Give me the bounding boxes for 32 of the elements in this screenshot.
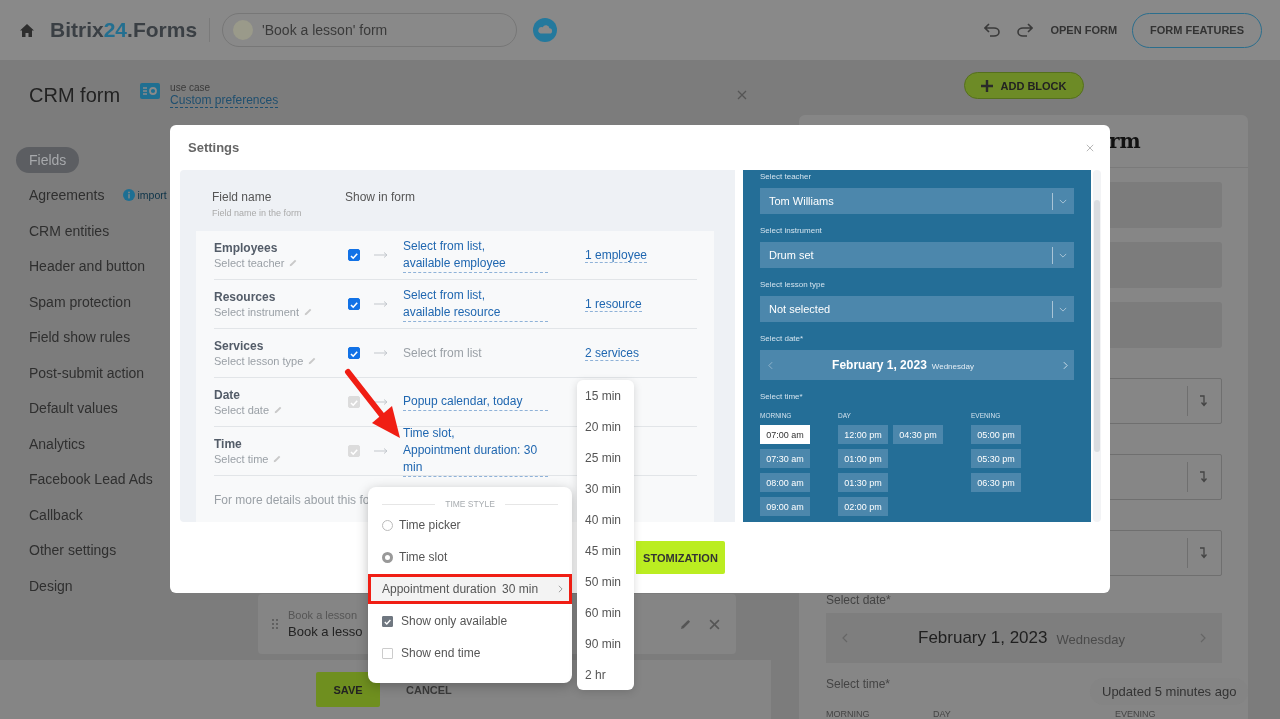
- field-name: Resources: [214, 290, 277, 304]
- dialog-title: Settings: [188, 140, 240, 155]
- column-header: Show in form: [345, 190, 416, 206]
- menu-heading: TIME STYLE: [445, 499, 495, 509]
- column-header: Field name: [212, 190, 273, 204]
- field-name: Time: [214, 437, 243, 451]
- field-label: Select date*: [760, 334, 805, 343]
- field-caption: Select time: [214, 453, 269, 465]
- field-caption: Select date: [214, 404, 270, 416]
- period-label: EVENING: [1115, 709, 1157, 719]
- weekday-text: Wednesday: [931, 361, 974, 371]
- form-title: rm: [1109, 129, 1141, 153]
- field-name: Employees: [214, 241, 279, 255]
- field-name: Date: [214, 388, 241, 402]
- field-label: Select instrument: [760, 226, 823, 235]
- field-name: Services: [214, 339, 265, 353]
- field-label: Select teacher: [760, 172, 813, 181]
- field-caption: Select instrument: [214, 306, 299, 318]
- field-label: Select time*: [760, 392, 804, 401]
- page-title: CRM form: [29, 83, 121, 107]
- period-label: MORNING: [826, 709, 871, 719]
- period-label: DAY: [933, 709, 952, 719]
- field-caption: Select teacher: [214, 257, 285, 269]
- field-label: Select date*: [826, 593, 892, 607]
- date-text: February 1, 2023: [832, 358, 927, 372]
- date-text: February 1, 2023: [918, 628, 1048, 648]
- value-text: Select from list: [403, 345, 482, 360]
- field-value: Book a lesso: [288, 624, 363, 639]
- field-label: Select time*: [826, 677, 892, 691]
- field-label: Select lesson type: [760, 280, 826, 289]
- field-caption: Select lesson type: [214, 355, 304, 367]
- use-case-label: use case: [170, 82, 212, 93]
